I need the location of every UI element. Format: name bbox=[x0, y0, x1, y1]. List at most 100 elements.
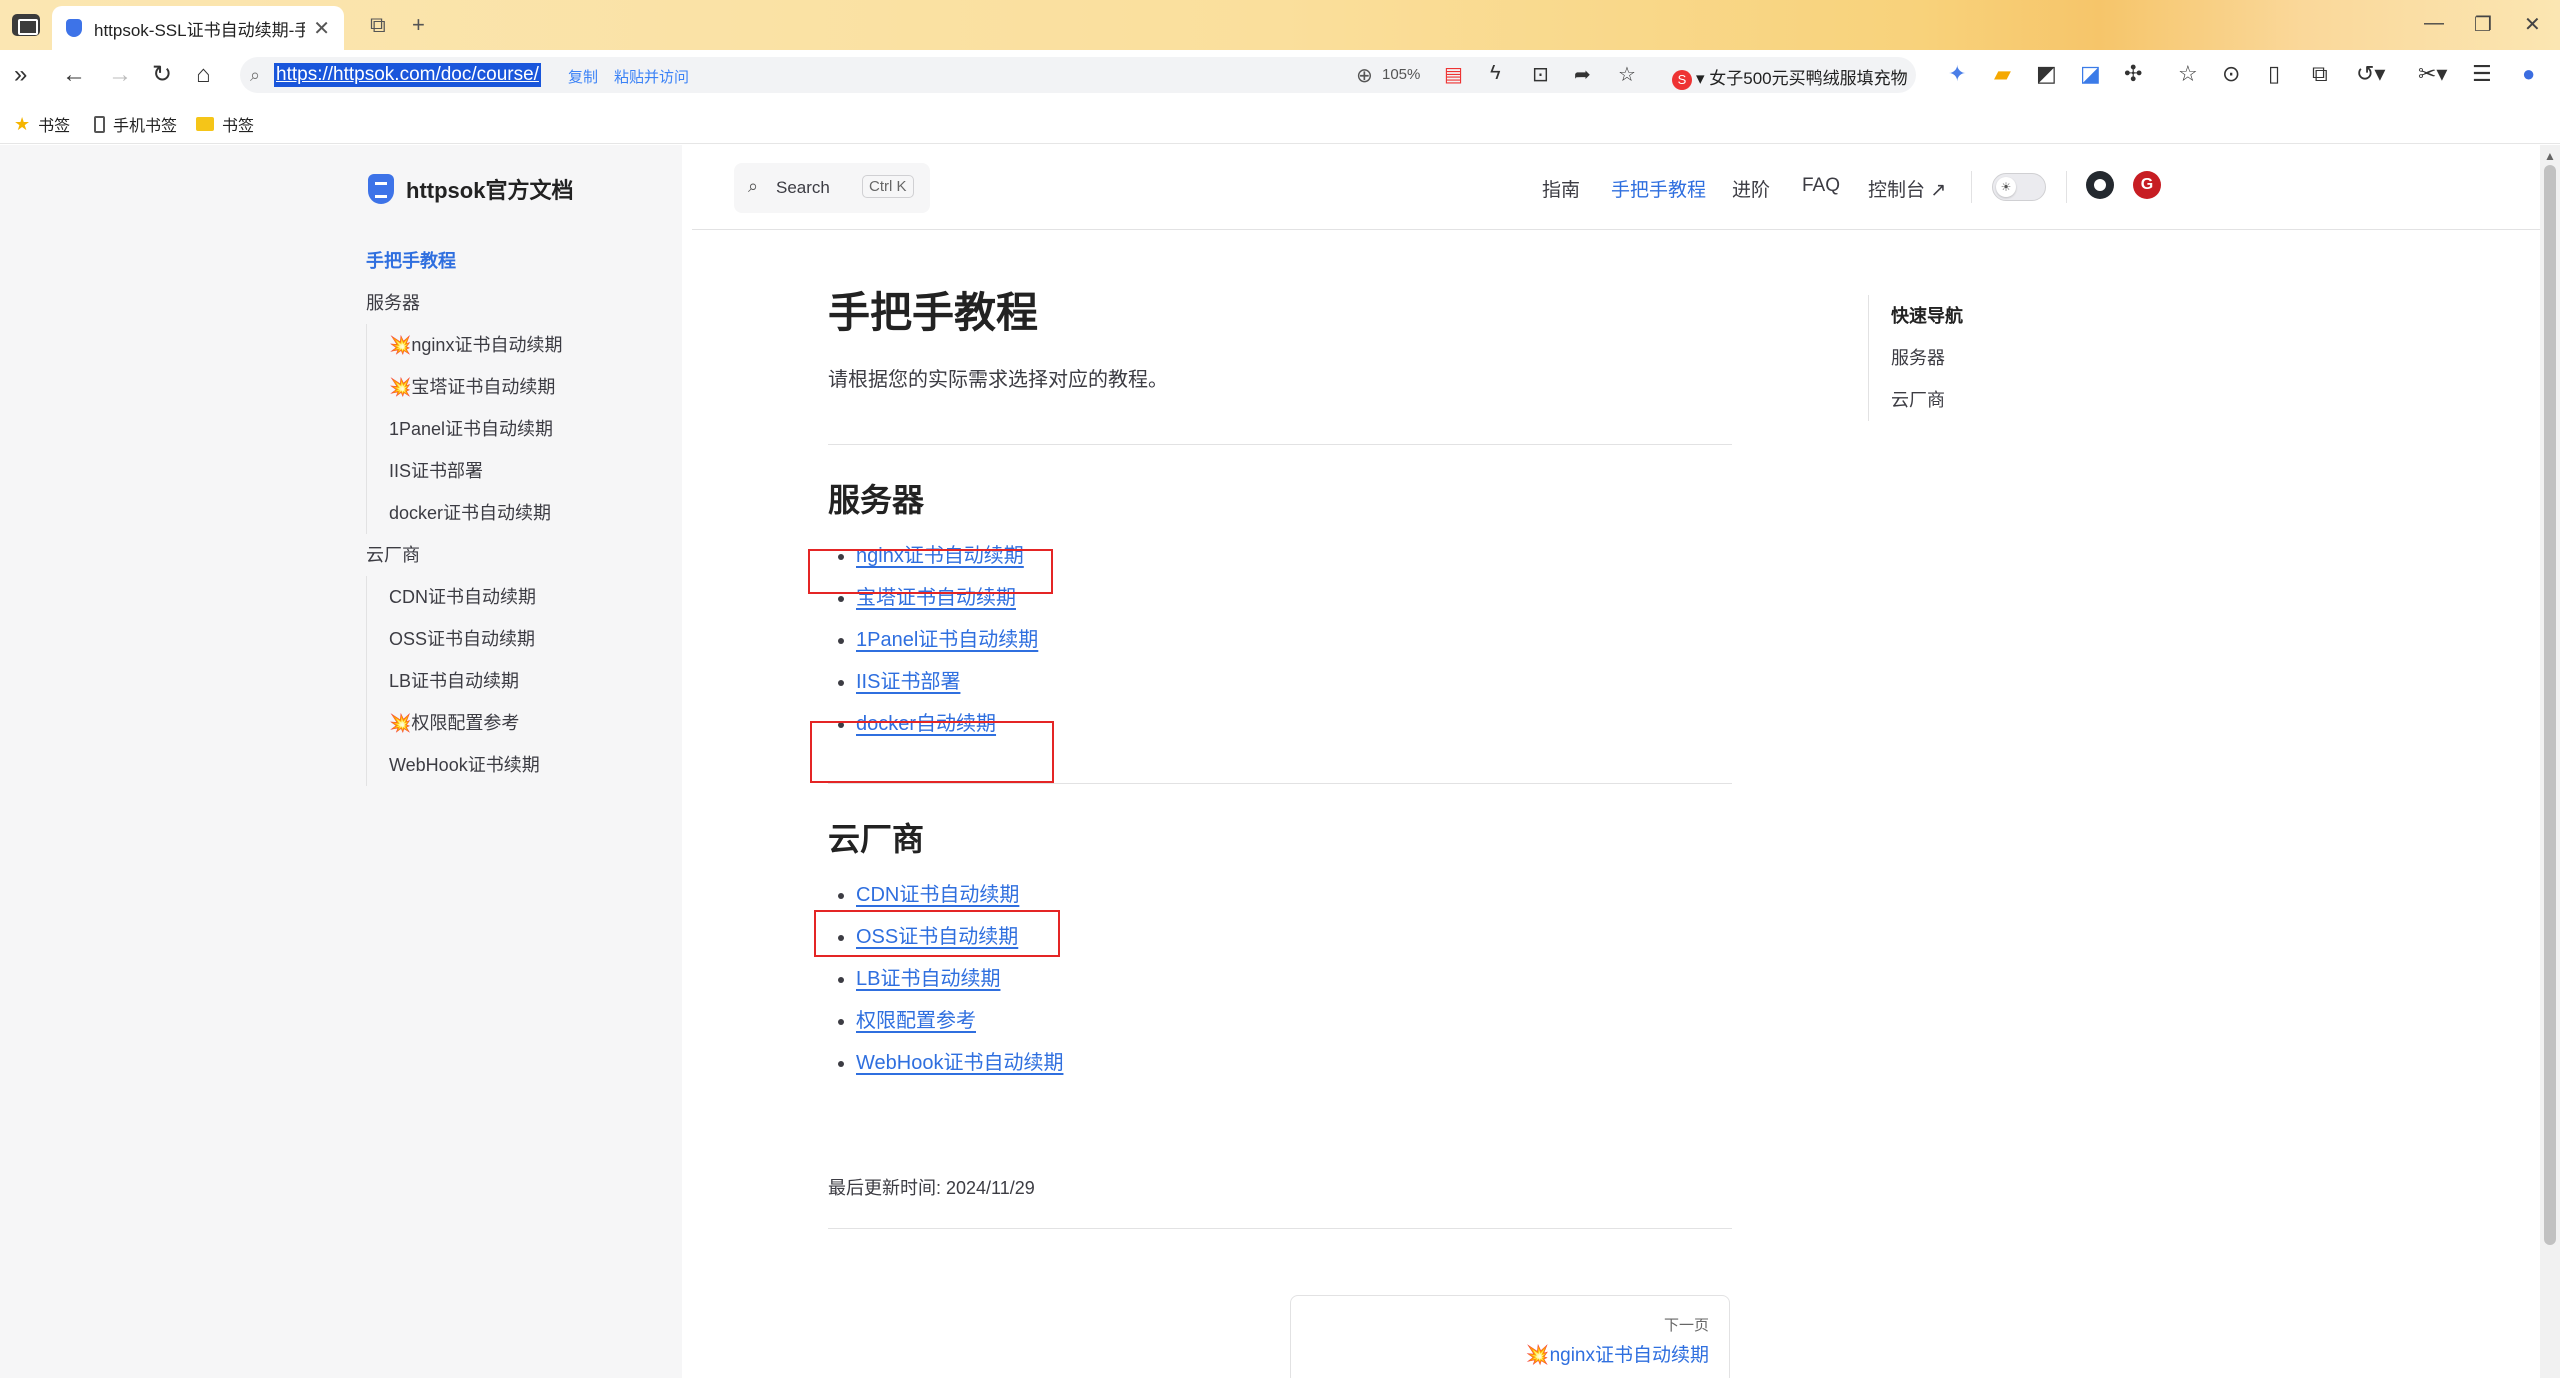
zoom-level[interactable]: 105% bbox=[1382, 66, 1420, 83]
sidebar-item-docker[interactable]: docker证书自动续期 bbox=[367, 492, 666, 534]
bookmark-item-folder[interactable]: 书签 bbox=[196, 112, 254, 136]
nav-divider bbox=[2066, 171, 2067, 203]
next-page-label: 下一页 bbox=[1663, 1317, 1709, 1334]
link-iis[interactable]: IIS证书部署 bbox=[856, 671, 960, 693]
link-cdn[interactable]: CDN证书自动续期 bbox=[856, 884, 1019, 906]
menu-icon[interactable]: ☰ bbox=[2472, 61, 2492, 87]
site-logo[interactable]: httpsok官方文档 bbox=[368, 173, 573, 205]
tab-close-icon[interactable]: ✕ bbox=[313, 16, 330, 41]
mobile-icon[interactable]: ▯ bbox=[2268, 61, 2280, 87]
share-icon[interactable]: ➦ bbox=[1574, 62, 1591, 87]
nav-advanced[interactable]: 进阶 bbox=[1732, 175, 1770, 202]
zoom-icon[interactable]: ⊕ bbox=[1356, 63, 1373, 88]
link-lb[interactable]: LB证书自动续期 bbox=[856, 968, 1000, 990]
bookmark-item-mobile[interactable]: 手机书签 bbox=[94, 112, 177, 136]
scissors-icon[interactable]: ✂▾ bbox=[2418, 61, 2447, 87]
back-icon[interactable]: ← bbox=[62, 61, 86, 89]
page-scrollbar[interactable]: ▲ bbox=[2540, 145, 2560, 1378]
url-paste-visit-button[interactable]: 粘贴并访问 bbox=[614, 66, 689, 87]
link-webhook[interactable]: WebHook证书自动续期 bbox=[856, 1052, 1063, 1074]
github-icon[interactable] bbox=[2086, 171, 2114, 199]
section-title-cloud: 云厂商 bbox=[828, 821, 925, 857]
flash-icon[interactable]: ϟ bbox=[1490, 62, 1501, 85]
url-search-icon: ⌕ bbox=[250, 65, 261, 85]
cloud-link-list: CDN证书自动续期 OSS证书自动续期 LB证书自动续期 权限配置参考 WebH… bbox=[838, 874, 1732, 1084]
restore-icon[interactable]: ❐ bbox=[2474, 12, 2492, 37]
search-shortcut: Ctrl K bbox=[862, 175, 914, 198]
ai-assistant-icon[interactable]: ✦ bbox=[1948, 61, 1966, 87]
nav-course[interactable]: 手把手教程 bbox=[1611, 175, 1706, 202]
sidebar-group-cloud-items: CDN证书自动续期 OSS证书自动续期 LB证书自动续期 💥权限配置参考 Web… bbox=[366, 576, 666, 786]
nav-console[interactable]: 控制台 ↗ bbox=[1868, 175, 1946, 202]
close-window-icon[interactable]: ✕ bbox=[2524, 12, 2541, 37]
list-item: LB证书自动续期 bbox=[838, 958, 1732, 1000]
sidebar-item-oss[interactable]: OSS证书自动续期 bbox=[367, 618, 666, 660]
shield-icon bbox=[368, 174, 394, 204]
sidebar-item-baota[interactable]: 💥宝塔证书自动续期 bbox=[367, 366, 666, 408]
browser-tab-active[interactable]: httpsok-SSL证书自动续期-手把 ✕ bbox=[52, 6, 344, 50]
new-tab-icon[interactable]: + bbox=[412, 12, 425, 38]
bookmark-label: 书签 bbox=[38, 118, 71, 135]
bookmark-star-icon[interactable]: ☆ bbox=[1618, 62, 1636, 87]
search-label: Search bbox=[776, 178, 830, 197]
link-1panel[interactable]: 1Panel证书自动续期 bbox=[856, 629, 1038, 651]
download-icon[interactable]: ⊙ bbox=[2222, 61, 2240, 87]
site-top-nav: ⌕ Search Ctrl K 指南 手把手教程 进阶 FAQ 控制台 ↗ ☀ … bbox=[692, 145, 2542, 230]
doc-search-button[interactable]: ⌕ Search Ctrl K bbox=[734, 163, 930, 213]
sun-icon: ☀ bbox=[1996, 177, 2016, 197]
link-permissions[interactable]: 权限配置参考 bbox=[856, 1010, 976, 1032]
sidebar-item-permissions[interactable]: 💥权限配置参考 bbox=[367, 702, 666, 744]
gitee-icon[interactable]: G bbox=[2133, 171, 2161, 199]
folder-icon[interactable]: ▰ bbox=[1994, 61, 2011, 87]
expand-sidebar-icon[interactable]: » bbox=[14, 61, 27, 89]
page: httpsok官方文档 手把手教程 服务器 💥nginx证书自动续期 💥宝塔证书… bbox=[0, 145, 2560, 1378]
sidebar-item-course[interactable]: 手把手教程 bbox=[366, 240, 666, 282]
tab-group-icon[interactable]: ⧉ bbox=[370, 12, 386, 38]
extensions-icon[interactable]: ✣ bbox=[2124, 61, 2142, 87]
outline-item-cloud[interactable]: 云厂商 bbox=[1891, 379, 2068, 421]
sidebar-group-server[interactable]: 服务器 bbox=[366, 282, 666, 324]
sidebar-item-nginx[interactable]: 💥nginx证书自动续期 bbox=[367, 324, 666, 366]
theme-toggle[interactable]: ☀ bbox=[1992, 173, 2046, 201]
sidebar-toggle-icon[interactable] bbox=[12, 14, 40, 36]
search-promo[interactable]: S ▾ 女子500元买鸭绒服填充物 bbox=[1672, 64, 1908, 90]
sidebar-group-server-items: 💥nginx证书自动续期 💥宝塔证书自动续期 1Panel证书自动续期 IIS证… bbox=[366, 324, 666, 534]
promo-text: 女子500元买鸭绒服填充物 bbox=[1709, 69, 1908, 88]
url-text[interactable]: https://httpsok.com/doc/course/ bbox=[274, 63, 541, 87]
nav-faq[interactable]: FAQ bbox=[1802, 175, 1840, 197]
divider bbox=[828, 444, 1732, 445]
last-updated-label: 最后更新时间: bbox=[828, 1178, 947, 1198]
sidebar-item-iis[interactable]: IIS证书部署 bbox=[367, 450, 666, 492]
forward-icon[interactable]: → bbox=[108, 61, 132, 89]
scrollbar-thumb[interactable] bbox=[2544, 165, 2556, 1245]
translate-icon[interactable]: ◪ bbox=[2080, 61, 2101, 87]
sidebar-item-webhook[interactable]: WebHook证书续期 bbox=[367, 744, 666, 786]
nav-guide[interactable]: 指南 bbox=[1542, 175, 1580, 202]
logo-text: httpsok官方文档 bbox=[406, 178, 574, 203]
sidebar-item-lb[interactable]: LB证书自动续期 bbox=[367, 660, 666, 702]
reload-icon[interactable]: ↻ bbox=[152, 61, 172, 89]
url-copy-button[interactable]: 复制 bbox=[568, 66, 598, 87]
bookmarks-bar: ★ 书签 手机书签 书签 bbox=[0, 100, 2560, 144]
window-icon[interactable]: ⧉ bbox=[2312, 61, 2328, 87]
sidebar-item-cdn[interactable]: CDN证书自动续期 bbox=[367, 576, 666, 618]
sidebar-nav: 手把手教程 服务器 💥nginx证书自动续期 💥宝塔证书自动续期 1Panel证… bbox=[366, 240, 666, 786]
section-title-server: 服务器 bbox=[828, 482, 925, 518]
reader-icon[interactable]: ▤ bbox=[1444, 62, 1463, 87]
scroll-up-icon[interactable]: ▲ bbox=[2544, 149, 2556, 163]
next-page-card[interactable]: 下一页 💥nginx证书自动续期 bbox=[1290, 1295, 1730, 1378]
page-outline: 快速导航 服务器 云厂商 bbox=[1868, 295, 2068, 421]
favorites-icon[interactable]: ☆ bbox=[2178, 61, 2198, 87]
sidebar-item-1panel[interactable]: 1Panel证书自动续期 bbox=[367, 408, 666, 450]
star-icon: ★ bbox=[14, 113, 31, 134]
chart-extension-icon[interactable]: ◩ bbox=[2036, 61, 2057, 87]
outline-item-server[interactable]: 服务器 bbox=[1891, 337, 2068, 379]
screenshot-icon[interactable]: ⊡ bbox=[1532, 62, 1549, 87]
history-icon[interactable]: ↺▾ bbox=[2356, 61, 2385, 87]
minimize-icon[interactable]: — bbox=[2424, 12, 2444, 35]
avatar[interactable]: ● bbox=[2522, 61, 2535, 87]
home-icon[interactable]: ⌂ bbox=[196, 61, 211, 89]
sidebar-group-cloud[interactable]: 云厂商 bbox=[366, 534, 666, 576]
address-bar[interactable]: ⌕ https://httpsok.com/doc/course/ 复制 粘贴并… bbox=[240, 57, 1916, 93]
bookmark-item[interactable]: ★ 书签 bbox=[14, 112, 70, 136]
